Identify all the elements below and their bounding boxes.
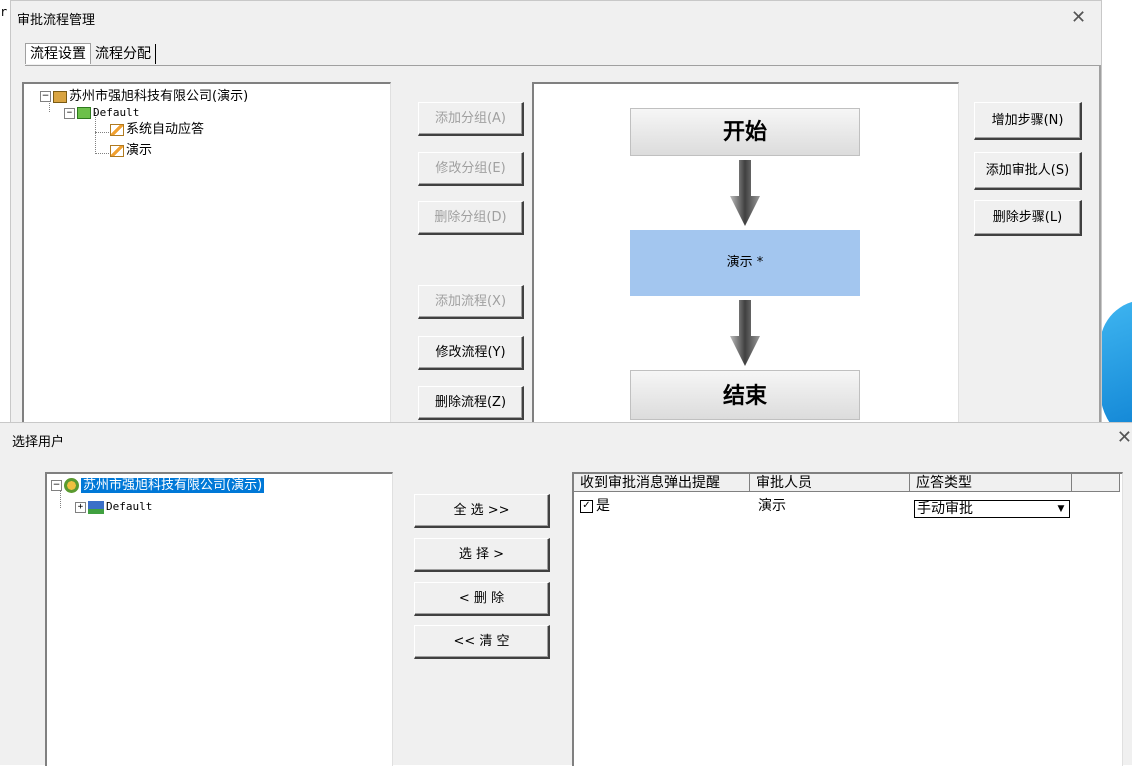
flow-tree[interactable]: − 苏州市强旭科技有限公司(演示) − Default 系统自动应答 演示 xyxy=(22,82,391,430)
collapse-icon[interactable]: − xyxy=(51,480,62,491)
add-group-button[interactable]: 添加分组(A) xyxy=(418,102,524,136)
organization-icon xyxy=(64,478,79,493)
select-all-button[interactable]: 全 选 >> xyxy=(414,494,550,528)
checkbox-checked-icon[interactable]: ✓ xyxy=(580,499,593,513)
close-icon[interactable]: ✕ xyxy=(1071,9,1086,27)
add-approver-button[interactable]: 添加审批人(S) xyxy=(974,152,1082,190)
delete-flow-button[interactable]: 删除流程(Z) xyxy=(418,386,524,420)
group-icon xyxy=(77,107,91,119)
flow-end-node[interactable]: 结束 xyxy=(630,370,860,420)
table-row-popup-cell[interactable]: ✓ 是 xyxy=(580,498,610,515)
dropdown-arrow-icon[interactable]: ▼ xyxy=(1053,501,1069,517)
column-header-response-type[interactable]: 应答类型 xyxy=(910,474,1072,492)
flow-diagram: 开始 演示 * 结束 xyxy=(532,82,959,430)
edit-flow-button[interactable]: 修改流程(Y) xyxy=(418,336,524,370)
collapse-icon[interactable]: − xyxy=(40,91,51,102)
down-arrow-icon xyxy=(730,160,760,226)
collapse-icon[interactable]: − xyxy=(64,107,75,119)
column-header-approver[interactable]: 审批人员 xyxy=(750,474,910,492)
tree-node-flow[interactable]: 演示 xyxy=(110,144,152,158)
down-arrow-icon xyxy=(730,300,760,366)
edit-group-button[interactable]: 修改分组(E) xyxy=(418,152,524,186)
add-step-button[interactable]: 增加步骤(N) xyxy=(974,102,1082,140)
approver-list[interactable]: 收到审批消息弹出提醒 审批人员 应答类型 ✓ 是 演示 手动审批 ▼ xyxy=(572,472,1123,766)
window-title: 选择用户 xyxy=(12,435,65,450)
add-flow-button[interactable]: 添加流程(X) xyxy=(418,285,524,319)
window-title: 审批流程管理 xyxy=(17,13,96,28)
tree-node-group[interactable]: + Default xyxy=(75,500,152,514)
select-button[interactable]: 选 择 > xyxy=(414,538,550,572)
tab-bar: 流程设置 流程分配 xyxy=(25,43,156,65)
tree-node-organization[interactable]: − 苏州市强旭科技有限公司(演示) xyxy=(51,477,266,494)
tree-node-flow[interactable]: 系统自动应答 xyxy=(110,123,204,137)
expand-icon[interactable]: + xyxy=(75,501,86,513)
tab-flow-assignment[interactable]: 流程分配 xyxy=(91,44,156,64)
selected-node-label: 苏州市强旭科技有限公司(演示) xyxy=(79,477,266,494)
tree-node-group[interactable]: − Default xyxy=(64,106,139,120)
tree-node-company[interactable]: − 苏州市强旭科技有限公司(演示) xyxy=(40,90,248,104)
flow-step-node[interactable]: 演示 * xyxy=(630,230,860,296)
tree-line xyxy=(95,132,109,133)
table-row-approver-cell: 演示 xyxy=(758,498,786,514)
user-tree[interactable]: − 苏州市强旭科技有限公司(演示) + Default xyxy=(45,472,393,766)
delete-group-button[interactable]: 删除分组(D) xyxy=(418,201,524,235)
network-group-icon xyxy=(88,500,104,514)
clear-button[interactable]: << 清 空 xyxy=(414,625,550,659)
flow-start-node[interactable]: 开始 xyxy=(630,108,860,156)
flow-icon xyxy=(110,144,124,157)
close-icon[interactable]: ✕ xyxy=(1117,429,1132,447)
tree-line xyxy=(95,153,109,154)
company-icon xyxy=(53,90,67,103)
delete-step-button[interactable]: 删除步骤(L) xyxy=(974,200,1082,236)
column-header-popup[interactable]: 收到审批消息弹出提醒 xyxy=(574,474,750,492)
tab-flow-settings[interactable]: 流程设置 xyxy=(25,43,91,64)
column-header-empty xyxy=(1072,474,1120,492)
response-type-select[interactable]: 手动审批 ▼ xyxy=(914,500,1070,518)
flow-icon xyxy=(110,123,124,136)
remove-button[interactable]: < 删 除 xyxy=(414,582,550,616)
